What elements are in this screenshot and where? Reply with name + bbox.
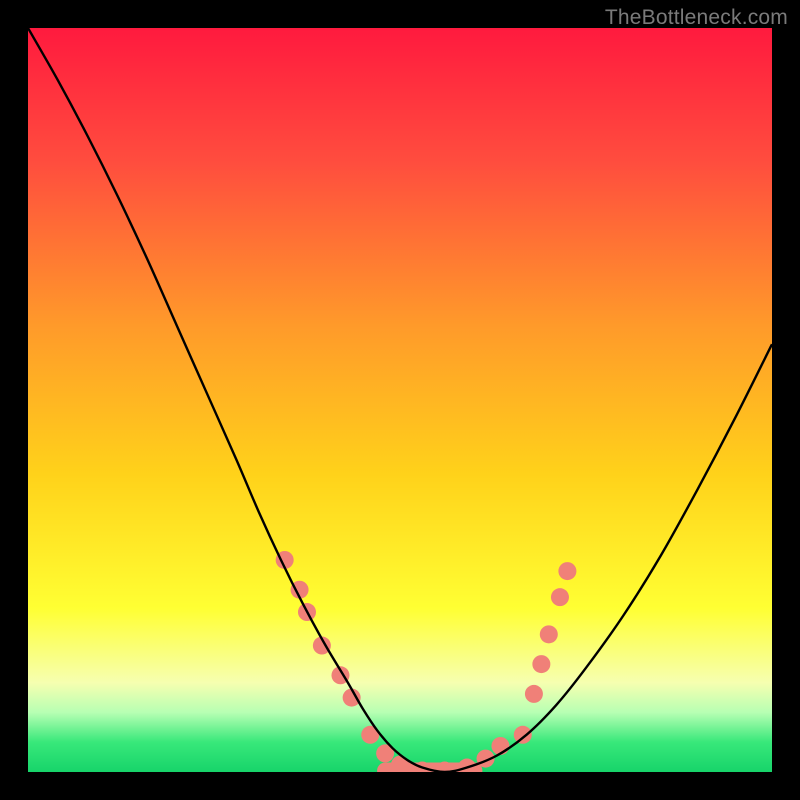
plot-area	[28, 28, 772, 772]
marker-dot	[558, 562, 576, 580]
marker-dot	[525, 685, 543, 703]
watermark-text: TheBottleneck.com	[605, 6, 788, 30]
marker-dot	[532, 655, 550, 673]
bottleneck-chart	[28, 28, 772, 772]
marker-dot	[540, 625, 558, 643]
chart-frame: TheBottleneck.com	[0, 0, 800, 800]
gradient-background	[28, 28, 772, 772]
marker-dot	[551, 588, 569, 606]
marker-dot	[514, 726, 532, 744]
